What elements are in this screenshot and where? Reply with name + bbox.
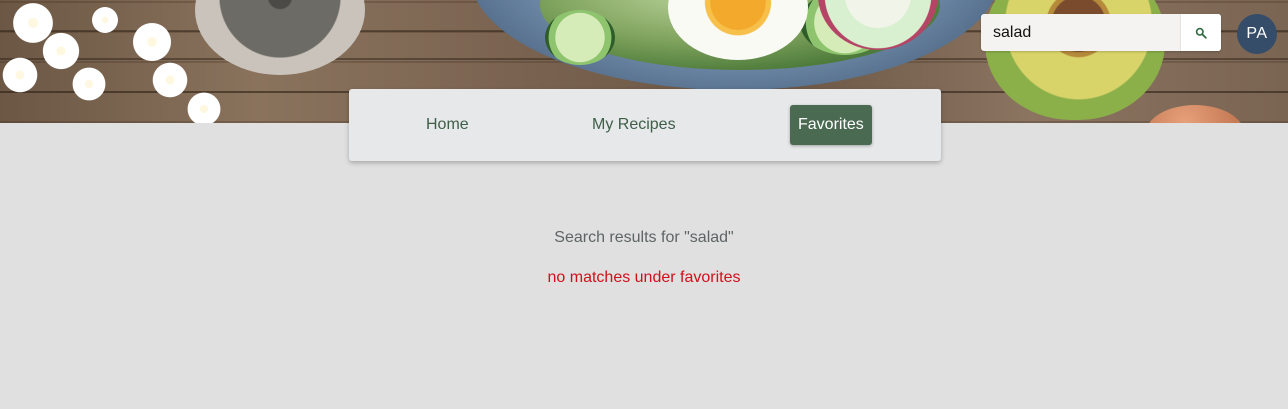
- nav-my-recipes[interactable]: My Recipes: [584, 105, 684, 145]
- search-results-heading: Search results for "salad": [554, 229, 734, 246]
- main-nav: Home My Recipes Favorites: [349, 89, 941, 161]
- pepper-bowl-image: [195, 0, 365, 75]
- search-icon: [1195, 27, 1207, 39]
- nav-favorites[interactable]: Favorites: [790, 105, 872, 145]
- nav-home[interactable]: Home: [418, 105, 477, 145]
- no-matches-message: no matches under favorites: [547, 269, 741, 286]
- search-input[interactable]: [981, 14, 1171, 51]
- search-box: [981, 14, 1221, 51]
- user-avatar[interactable]: PA: [1237, 14, 1277, 54]
- search-button[interactable]: [1180, 14, 1221, 51]
